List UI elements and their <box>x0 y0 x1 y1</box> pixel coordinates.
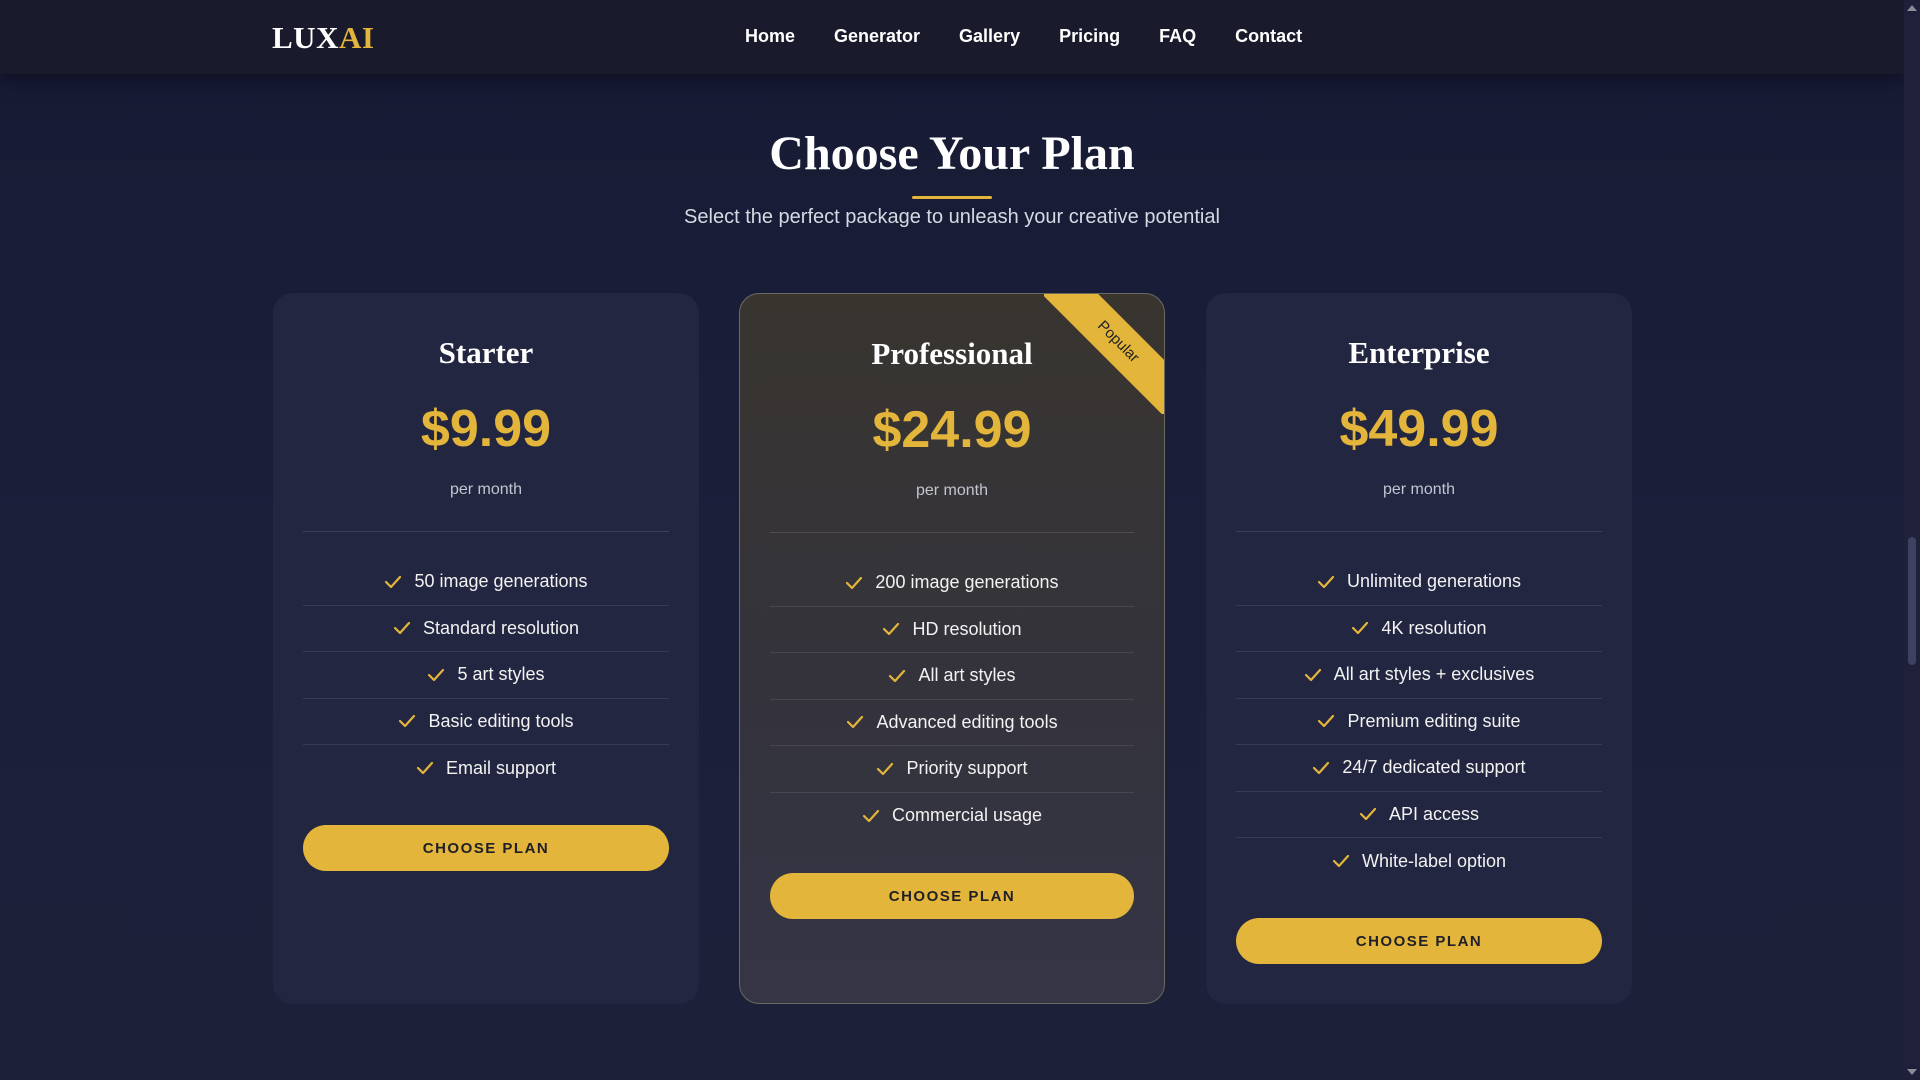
section-subtitle: Select the perfect package to unleash yo… <box>684 206 1220 228</box>
logo[interactable]: LUXAI <box>272 20 374 56</box>
feature-item: White-label option <box>1236 838 1602 885</box>
plan-divider <box>303 531 669 532</box>
check-icon <box>428 668 445 681</box>
check-icon <box>385 575 402 588</box>
plan-period: per month <box>915 482 989 499</box>
feature-label: Email support <box>445 757 557 778</box>
check-icon <box>847 716 864 729</box>
feature-item: Advanced editing tools <box>770 700 1134 746</box>
check-icon <box>399 715 416 728</box>
check-icon <box>1332 855 1350 868</box>
check-icon <box>877 762 894 775</box>
check-icon <box>1318 715 1335 728</box>
feature-label: HD resolution <box>912 618 1022 639</box>
check-icon <box>883 623 900 636</box>
feature-label: All art styles + exclusives <box>1333 664 1535 685</box>
feature-item: Commercial usage <box>770 793 1134 840</box>
feature-item: Email support <box>303 745 669 792</box>
nav-links: Home Generator Gallery Pricing FAQ Conta… <box>745 26 1302 47</box>
plan-period: per month <box>1382 481 1456 498</box>
feature-label: 50 image generations <box>414 571 588 592</box>
feature-item: All art styles + exclusives <box>1236 652 1602 699</box>
choose-plan-button-starter[interactable]: CHOOSE PLAN <box>303 825 669 871</box>
choose-plan-button-enterprise[interactable]: CHOOSE PLAN <box>1236 918 1602 964</box>
feature-list: 50 image generations Standard resolution 5… <box>303 559 669 792</box>
choose-plan-button-professional[interactable]: CHOOSE PLAN <box>770 873 1134 919</box>
feature-item: All art styles <box>770 653 1134 700</box>
check-icon <box>846 576 863 589</box>
plan-name: Starter <box>438 335 534 370</box>
plan-card-starter: Starter $9.99 per month 50 image generat… <box>273 293 699 1004</box>
check-icon <box>1317 575 1335 588</box>
feature-item: 200 image generations <box>770 560 1134 607</box>
check-icon <box>393 622 411 635</box>
feature-label: 4K resolution <box>1381 617 1487 638</box>
feature-label: 24/7 dedicated support <box>1342 757 1526 778</box>
feature-item: 50 image generations <box>303 559 669 606</box>
plan-name: Enterprise <box>1348 335 1490 370</box>
check-icon <box>1352 622 1369 635</box>
title-underline <box>912 196 992 199</box>
logo-accent: AI <box>338 20 375 55</box>
check-icon <box>1359 808 1377 821</box>
feature-item: Basic editing tools <box>303 699 669 745</box>
plan-price: $24.99 <box>872 401 1032 459</box>
feature-label: 5 art styles <box>457 664 545 685</box>
feature-item: Priority support <box>770 746 1134 793</box>
feature-label: Unlimited generations <box>1346 571 1522 592</box>
feature-label: 200 image generations <box>875 572 1059 593</box>
plan-price: $49.99 <box>1339 400 1499 458</box>
nav-link-home[interactable]: Home <box>745 26 795 47</box>
feature-list: 200 image generations HD resolution All ar… <box>770 560 1134 839</box>
check-icon <box>889 669 906 682</box>
scrollbar-thumb[interactable] <box>1908 537 1916 665</box>
plan-period: per month <box>449 481 523 498</box>
plan-price: $9.99 <box>420 400 552 458</box>
feature-item: 24/7 dedicated support <box>1236 745 1602 792</box>
page: LUXAI Home Generator Gallery Pricing FAQ… <box>0 0 1920 1080</box>
nav-link-pricing[interactable]: Pricing <box>1059 26 1120 47</box>
feature-item: API access <box>1236 792 1602 838</box>
plan-card-professional: Popular Professional $24.99 per month 20… <box>739 293 1165 1004</box>
feature-item: Premium editing suite <box>1236 699 1602 745</box>
feature-label: White-label option <box>1361 850 1507 871</box>
nav-link-generator[interactable]: Generator <box>834 26 920 47</box>
feature-item: Standard resolution <box>303 606 669 652</box>
nav-link-contact[interactable]: Contact <box>1235 26 1302 47</box>
scroll-up-arrow-icon[interactable] <box>1907 5 1917 11</box>
feature-label: Commercial usage <box>891 805 1043 826</box>
feature-list: Unlimited generations 4K resolution All ar… <box>1236 559 1602 885</box>
check-icon <box>1313 761 1330 774</box>
feature-item: Unlimited generations <box>1236 559 1602 606</box>
feature-label: API access <box>1388 803 1480 824</box>
scrollbar[interactable] <box>1904 0 1920 1080</box>
feature-label: Standard resolution <box>422 617 580 638</box>
feature-label: Advanced editing tools <box>876 711 1058 732</box>
section-title: Choose Your Plan <box>769 127 1135 180</box>
nav-link-faq[interactable]: FAQ <box>1159 26 1196 47</box>
scroll-down-arrow-icon[interactable] <box>1907 1069 1917 1075</box>
check-icon <box>1304 668 1321 681</box>
feature-label: Priority support <box>906 758 1028 779</box>
check-icon <box>416 762 434 775</box>
plan-name: Professional <box>871 336 1033 371</box>
plan-divider <box>770 532 1134 533</box>
plan-divider <box>1236 531 1602 532</box>
feature-item: 5 art styles <box>303 652 669 699</box>
check-icon <box>862 809 880 822</box>
logo-main: LUX <box>272 20 339 55</box>
feature-label: Premium editing suite <box>1347 710 1521 731</box>
feature-label: All art styles <box>918 665 1016 686</box>
feature-item: 4K resolution <box>1236 606 1602 652</box>
feature-label: Basic editing tools <box>428 710 574 731</box>
feature-item: HD resolution <box>770 607 1134 653</box>
nav-link-gallery[interactable]: Gallery <box>959 26 1020 47</box>
plan-card-enterprise: Enterprise $49.99 per month Unlimited ge… <box>1206 293 1632 1004</box>
navbar: LUXAI Home Generator Gallery Pricing FAQ… <box>0 0 1904 74</box>
